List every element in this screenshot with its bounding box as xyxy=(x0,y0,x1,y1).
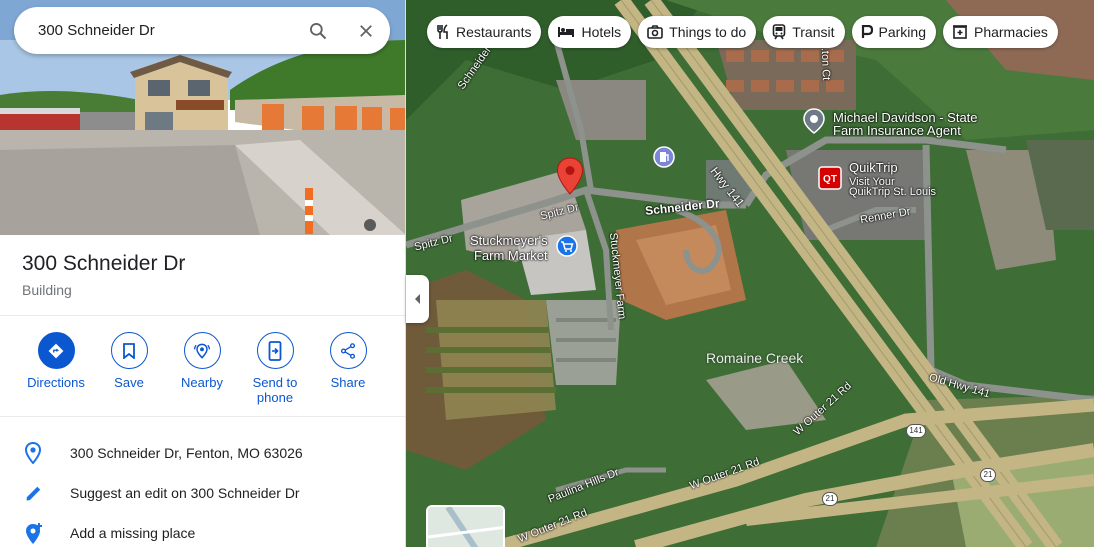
search-icon[interactable] xyxy=(294,7,342,54)
close-icon[interactable] xyxy=(342,7,390,54)
share-button[interactable]: Share xyxy=(311,332,385,390)
chip-transit[interactable]: Transit xyxy=(763,16,845,48)
camera-icon xyxy=(647,25,663,39)
send-to-phone-button[interactable]: Send to phone xyxy=(238,332,312,405)
suggest-edit-row[interactable]: Suggest an edit on 300 Schneider Dr xyxy=(0,473,405,513)
gas-station-icon[interactable] xyxy=(653,146,675,168)
location-pin-marker[interactable] xyxy=(556,157,584,195)
place-title: 300 Schneider Dr xyxy=(22,252,186,275)
route-21-shield-1: 21 xyxy=(980,468,996,482)
send-to-phone-label: Send to phone xyxy=(252,375,298,405)
maps-window: 300 Schneider Dr 300 Schneider Dr Buildi… xyxy=(0,0,1094,547)
location-pin-icon xyxy=(0,442,70,464)
parking-icon xyxy=(861,25,873,39)
chip-transit-label: Transit xyxy=(792,24,835,40)
chip-things-to-do-label: Things to do xyxy=(669,24,747,40)
address-row[interactable]: 300 Schneider Dr, Fenton, MO 63026 xyxy=(0,433,405,473)
chip-hotels[interactable]: Hotels xyxy=(548,16,632,48)
quiktrip-sub-label-2: QuikTrip St. Louis xyxy=(849,186,937,198)
shopping-cart-icon[interactable] xyxy=(556,235,578,257)
nearby-icon xyxy=(183,332,221,369)
svg-text:QT: QT xyxy=(823,174,837,185)
michael-davidson-label-2[interactable]: Farm Insurance Agent xyxy=(833,123,961,138)
chip-pharmacies-label: Pharmacies xyxy=(973,24,1048,40)
nearby-label: Nearby xyxy=(181,375,223,390)
address-text: 300 Schneider Dr, Fenton, MO 63026 xyxy=(70,445,303,461)
share-label: Share xyxy=(330,375,366,390)
pencil-icon xyxy=(0,483,70,503)
insurance-agent-icon[interactable] xyxy=(802,108,826,134)
chip-restaurants-label: Restaurants xyxy=(456,24,532,40)
save-button[interactable]: Save xyxy=(92,332,166,390)
directions-label: Directions xyxy=(27,375,85,390)
pharmacy-icon xyxy=(952,24,968,40)
search-input[interactable]: 300 Schneider Dr xyxy=(38,22,294,39)
divider xyxy=(0,416,405,417)
romaine-creek-label: Romaine Creek xyxy=(706,350,804,366)
add-missing-place-text: Add a missing place xyxy=(70,525,196,541)
route-141-shield: 141 xyxy=(906,424,926,438)
bookmark-icon xyxy=(110,332,148,369)
search-box[interactable]: 300 Schneider Dr xyxy=(14,7,390,54)
chip-parking-label: Parking xyxy=(878,24,926,40)
chip-parking[interactable]: Parking xyxy=(851,16,936,48)
share-icon xyxy=(329,332,367,369)
place-category: Building xyxy=(22,282,72,298)
nearby-button[interactable]: Nearby xyxy=(165,332,239,390)
layers-thumbnail[interactable] xyxy=(426,505,505,547)
chip-hotels-label: Hotels xyxy=(581,24,622,40)
restaurant-icon xyxy=(436,24,450,40)
action-buttons: Directions Save Nearby Send to phone Sha… xyxy=(0,332,405,412)
chip-things-to-do[interactable]: Things to do xyxy=(638,16,757,48)
suggest-edit-text: Suggest an edit on 300 Schneider Dr xyxy=(70,485,300,501)
route-21-shield-2: 21 xyxy=(822,492,838,506)
send-to-phone-icon xyxy=(256,332,294,369)
save-label: Save xyxy=(114,375,144,390)
quiktrip-label[interactable]: QuikTrip xyxy=(849,160,898,175)
quiktrip-icon[interactable]: QT xyxy=(818,166,842,190)
satellite-map[interactable]: QT Stuckmeyer's Farm Market Michael Davi… xyxy=(406,0,1094,547)
chip-pharmacies[interactable]: Pharmacies xyxy=(942,16,1058,48)
place-panel: 300 Schneider Dr 300 Schneider Dr Buildi… xyxy=(0,0,406,547)
add-place-icon xyxy=(0,521,70,545)
transit-icon xyxy=(772,24,786,40)
directions-icon xyxy=(37,332,75,369)
add-missing-place-row[interactable]: Add a missing place xyxy=(0,513,405,547)
stuckmeyers-label[interactable]: Stuckmeyer's Farm Market xyxy=(470,233,548,263)
directions-button[interactable]: Directions xyxy=(19,332,93,390)
chip-restaurants[interactable]: Restaurants xyxy=(427,16,542,48)
chevron-left-icon xyxy=(414,294,420,304)
hotel-icon xyxy=(557,26,575,38)
collapse-panel-button[interactable] xyxy=(406,275,429,323)
category-chips: Restaurants Hotels Things to do Transit … xyxy=(427,16,1058,48)
divider xyxy=(0,315,405,316)
